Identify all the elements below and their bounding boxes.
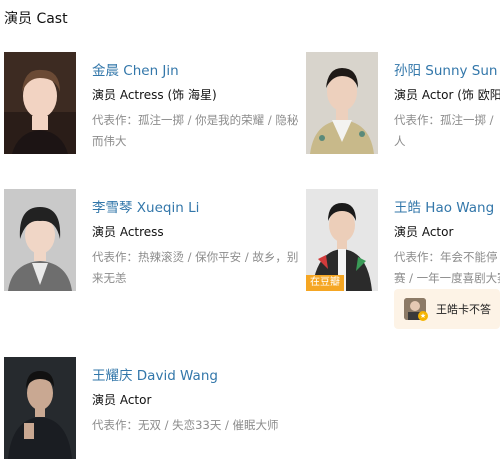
works-label: 代表作： <box>394 250 440 264</box>
cast-name[interactable]: 孙阳 Sunny Sun <box>394 59 498 79</box>
fan-card[interactable]: ★ 王皓卡不答 <box>394 289 500 329</box>
works-label: 代表作： <box>394 113 440 127</box>
cast-works: 代表作：热辣滚烫 / 保你平安 / 故乡，别 来无恙 <box>92 247 304 289</box>
works-label: 代表作： <box>92 250 138 264</box>
cast-photo[interactable] <box>4 189 76 291</box>
works-line-2[interactable]: 而伟大 <box>92 134 127 148</box>
works-label: 代表作： <box>92 418 138 432</box>
douban-badge[interactable]: 在豆瓣 <box>306 275 344 291</box>
cast-works: 代表作：无双 / 失恋33天 / 催眠大师 <box>92 415 304 436</box>
cast-name[interactable]: 李雪琴 Xueqin Li <box>92 196 199 216</box>
cast-photo[interactable] <box>4 357 76 459</box>
cast-card-xueqin-li[interactable]: 李雪琴 Xueqin Li 演员 Actress 代表作：热辣滚烫 / 保你平安… <box>4 189 304 295</box>
works-line-1[interactable]: 年会不能停 <box>440 250 498 264</box>
cast-role: 演员 Actor <box>92 393 152 407</box>
cast-card-hao-wang[interactable]: 在豆瓣 王皓 Hao Wang 演员 Actor 代表作：年会不能停 赛 / 一… <box>306 189 500 295</box>
cast-photo[interactable]: 在豆瓣 <box>306 189 378 291</box>
cast-card-chen-jin[interactable]: 金晨 Chen Jin 演员 Actress (饰 海星) 代表作：孤注一掷 /… <box>4 52 304 158</box>
works-line-1[interactable]: 孤注一掷 / 你是我的荣耀 / 隐秘 <box>138 113 298 127</box>
works-line-2[interactable]: 来无恙 <box>92 271 127 285</box>
works-line-1[interactable]: 无双 / 失恋33天 / 催眠大师 <box>138 418 279 432</box>
cast-role: 演员 Actor <box>394 225 454 239</box>
cast-card-david-wang[interactable]: 王耀庆 David Wang 演员 Actor 代表作：无双 / 失恋33天 /… <box>4 357 304 463</box>
cast-card-sunny-sun[interactable]: 孙阳 Sunny Sun 演员 Actor (饰 欧阳) 代表作：孤注一掷 / … <box>306 52 500 158</box>
works-line-1[interactable]: 热辣滚烫 / 保你平安 / 故乡，别 <box>138 250 298 264</box>
works-line-2[interactable]: 赛 / 一年一度喜剧大赛 <box>394 271 500 285</box>
works-line-2[interactable]: 人 <box>394 134 406 148</box>
cast-role: 演员 Actor (饰 欧阳) <box>394 88 500 102</box>
fan-star-icon: ★ <box>418 311 428 321</box>
cast-works: 代表作：年会不能停 赛 / 一年一度喜剧大赛 <box>394 247 500 289</box>
cast-photo[interactable] <box>4 52 76 154</box>
cast-works: 代表作：孤注一掷 / 人 <box>394 110 500 152</box>
cast-name[interactable]: 金晨 Chen Jin <box>92 59 179 79</box>
fan-card-text: 王皓卡不答 <box>436 303 491 316</box>
cast-photo[interactable] <box>306 52 378 154</box>
works-label: 代表作： <box>92 113 138 127</box>
works-line-1[interactable]: 孤注一掷 / <box>440 113 494 127</box>
cast-role: 演员 Actress (饰 海星) <box>92 88 217 102</box>
cast-works: 代表作：孤注一掷 / 你是我的荣耀 / 隐秘 而伟大 <box>92 110 304 152</box>
cast-role: 演员 Actress <box>92 225 164 239</box>
section-title: 演员 Cast <box>4 11 68 27</box>
cast-name[interactable]: 王皓 Hao Wang <box>394 196 494 216</box>
cast-name[interactable]: 王耀庆 David Wang <box>92 364 218 384</box>
